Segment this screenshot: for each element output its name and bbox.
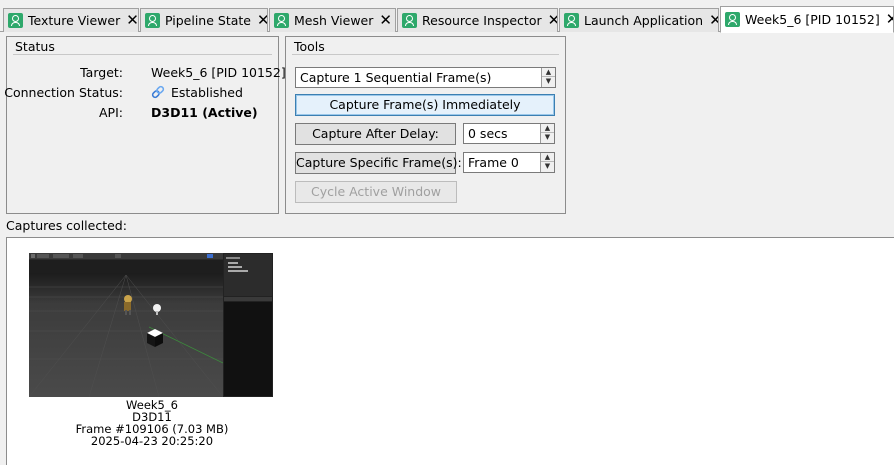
- connection-label: Connection Status:: [4, 85, 123, 100]
- target-value: Week5_6 [PID 10152]: [151, 65, 286, 80]
- tab-connection[interactable]: Week5_6 [PID 10152] ✕: [720, 6, 894, 33]
- close-icon[interactable]: ✕: [379, 13, 392, 28]
- frame-stepper[interactable]: Frame 0 ▲ ▼: [463, 152, 555, 173]
- tools-group: Tools Capture 1 Sequential Frame(s) ▲ ▼ …: [285, 36, 566, 214]
- stepper-arrows[interactable]: ▲ ▼: [540, 124, 554, 143]
- resource-inspector-icon: [402, 13, 417, 28]
- cycle-active-window-button[interactable]: Cycle Active Window: [295, 181, 457, 203]
- capture-timestamp: 2025-04-23 20:25:20: [90, 434, 214, 448]
- launch-application-icon: [564, 13, 579, 28]
- chevron-down-icon[interactable]: ▼: [541, 162, 554, 171]
- texture-viewer-icon: [8, 13, 23, 28]
- tab-label: Resource Inspector: [422, 13, 542, 28]
- tab-resource-inspector[interactable]: Resource Inspector ✕: [397, 8, 558, 32]
- document-tab-bar: Texture Viewer ✕ Pipeline State ✕ Mesh V…: [0, 0, 894, 33]
- chevron-up-icon[interactable]: ▲: [541, 124, 554, 133]
- tab-label: Launch Application: [584, 13, 704, 28]
- captures-collected-label: Captures collected:: [6, 218, 127, 233]
- divider: [292, 54, 559, 55]
- status-group: Status Target: Week5_6 [PID 10152] Conne…: [4, 36, 286, 214]
- capture-after-delay-button[interactable]: Capture After Delay:: [295, 123, 456, 145]
- capture-info: Week5_6 D3D11 Frame #109106 (7.03 MB) 20…: [37, 399, 267, 447]
- stepper-arrows[interactable]: ▲ ▼: [541, 68, 555, 87]
- pipeline-state-icon: [145, 13, 160, 28]
- connection-value-wrap: Established: [151, 85, 243, 100]
- target-label: Target:: [80, 65, 123, 80]
- connection-value: Established: [171, 85, 243, 100]
- frame-value: Frame 0: [468, 155, 519, 170]
- chevron-down-icon[interactable]: ▼: [541, 133, 554, 142]
- status-group-title: Status: [15, 39, 55, 54]
- capture-immediately-button[interactable]: Capture Frame(s) Immediately: [295, 94, 555, 116]
- scene-preview-image: [29, 253, 273, 397]
- close-icon[interactable]: ✕: [709, 13, 718, 28]
- api-value: D3D11 (Active): [151, 105, 258, 120]
- chevron-down-icon[interactable]: ▼: [542, 77, 555, 86]
- captures-list[interactable]: Week5_6 D3D11 Frame #109106 (7.03 MB) 20…: [6, 237, 894, 465]
- capture-specific-frame-button[interactable]: Capture Specific Frame(s):: [295, 152, 462, 174]
- close-icon[interactable]: ✕: [886, 12, 893, 27]
- tab-label: Week5_6 [PID 10152]: [745, 12, 880, 27]
- delay-stepper[interactable]: 0 secs ▲ ▼: [463, 123, 555, 144]
- tab-label: Mesh Viewer: [294, 13, 374, 28]
- close-icon[interactable]: ✕: [257, 13, 267, 28]
- mesh-viewer-icon: [274, 13, 289, 28]
- tab-launch-application[interactable]: Launch Application ✕: [559, 8, 719, 32]
- connection-icon: [725, 12, 740, 27]
- api-label: API:: [99, 105, 123, 120]
- delay-value: 0 secs: [468, 126, 508, 141]
- tools-group-title: Tools: [294, 39, 325, 54]
- tab-texture-viewer[interactable]: Texture Viewer ✕: [3, 8, 139, 32]
- link-icon: [151, 85, 165, 99]
- tab-label: Pipeline State: [165, 13, 251, 28]
- chevron-up-icon[interactable]: ▲: [542, 68, 555, 77]
- tab-mesh-viewer[interactable]: Mesh Viewer ✕: [269, 8, 396, 32]
- close-icon[interactable]: ✕: [548, 13, 557, 28]
- stepper-arrows[interactable]: ▲ ▼: [540, 153, 554, 172]
- chevron-up-icon[interactable]: ▲: [541, 153, 554, 162]
- tab-label: Texture Viewer: [28, 13, 121, 28]
- close-icon[interactable]: ✕: [126, 13, 138, 28]
- capture-thumbnail[interactable]: [29, 253, 273, 397]
- capture-count-value: Capture 1 Sequential Frame(s): [300, 70, 492, 85]
- divider: [13, 54, 272, 55]
- capture-count-stepper[interactable]: Capture 1 Sequential Frame(s) ▲ ▼: [295, 67, 556, 88]
- tab-pipeline-state[interactable]: Pipeline State ✕: [140, 8, 268, 32]
